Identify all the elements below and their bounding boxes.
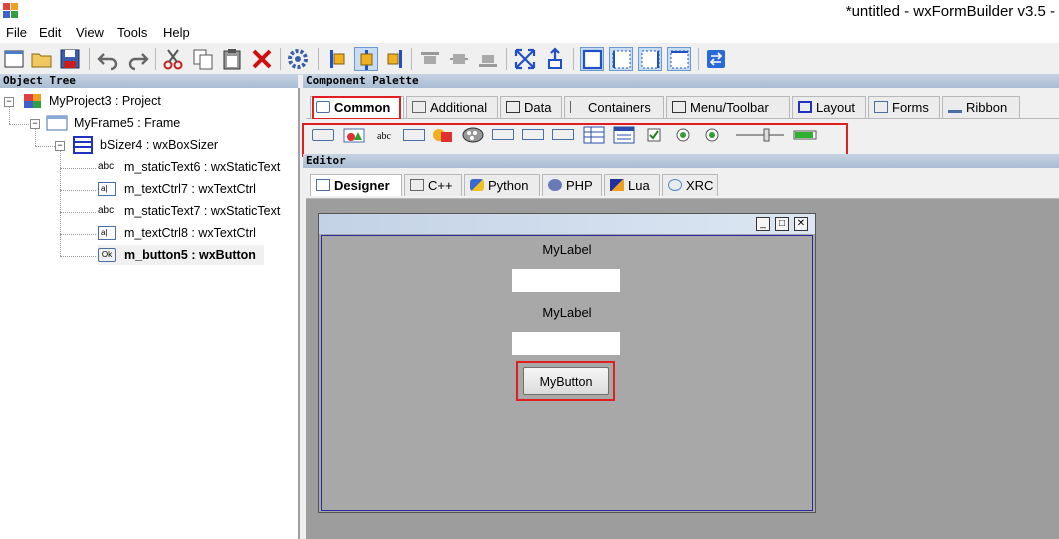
cpp-icon [410,179,424,191]
tab-php[interactable]: PHP [542,174,602,196]
palette-tabs: Common Additional Data Containers Menu/T… [306,94,1059,119]
frame-titlebar: _ □ ✕ [319,214,815,234]
tab-ribbon[interactable]: Ribbon [942,96,1020,118]
tree-label: m_textCtrl7 : wxTextCtrl [124,182,256,196]
data-icon [506,101,520,113]
menu-bar: File Edit View Tools Help [0,24,1059,43]
static-text-icon: abc [98,205,115,216]
containers-icon [570,101,585,113]
open-icon[interactable] [30,47,54,71]
tree-label: m_staticText6 : wxStaticText [124,160,281,174]
tab-xrc[interactable]: XRC [662,174,718,196]
static-text-icon: abc [98,161,115,172]
tab-python[interactable]: Python [464,174,540,196]
project-icon [22,91,44,111]
copy-icon[interactable] [191,47,215,71]
close-icon[interactable]: ✕ [794,217,808,231]
tab-forms[interactable]: Forms [868,96,940,118]
editor-header: Editor [303,154,1059,168]
tab-designer[interactable]: Designer [310,174,402,196]
align-right-icon[interactable] [382,47,406,71]
static-text-label-1[interactable]: MyLabel [322,242,812,257]
window-title: *untitled - wxFormBuilder v3.5 - [845,3,1055,20]
maximize-icon[interactable]: □ [775,217,789,231]
highlight-palette-items [302,123,848,157]
box-sizer-icon [72,136,94,154]
frame-icon [46,115,68,131]
highlight-common-tab [312,96,401,120]
object-tree-header: Object Tree [0,74,298,88]
ribbon-icon [948,101,962,113]
layout-icon [798,101,812,113]
align-middle-icon[interactable] [447,47,471,71]
menu-toolbar-icon [672,101,686,113]
designer-icon [316,179,330,191]
php-icon [548,179,562,191]
menu-file[interactable]: File [6,25,27,40]
xrc-icon [668,179,682,191]
align-bottom-icon[interactable] [476,47,500,71]
tab-lua[interactable]: Lua [604,174,660,196]
palette-header: Component Palette [303,74,1059,88]
expander-project[interactable]: − [4,97,14,107]
tree-label: m_staticText7 : wxStaticText [124,204,281,218]
app-icon [2,2,20,20]
tab-containers[interactable]: Containers [564,96,664,118]
menu-edit[interactable]: Edit [39,25,61,40]
tab-data[interactable]: Data [500,96,562,118]
title-bar: *untitled - wxFormBuilder v3.5 - [0,0,1059,24]
button-icon: Ok [98,248,116,262]
tree-label: m_button5 : wxButton [124,248,256,262]
menu-tools[interactable]: Tools [117,25,147,40]
expander-sizer[interactable]: − [55,141,65,151]
tab-cpp[interactable]: C++ [404,174,462,196]
cut-icon[interactable] [161,47,185,71]
redo-icon[interactable] [126,47,150,71]
generate-code-icon[interactable] [286,47,310,71]
tab-menu-toolbar[interactable]: Menu/Toolbar [666,96,790,118]
tab-layout[interactable]: Layout [792,96,866,118]
align-top-icon[interactable] [418,47,442,71]
highlight-button [516,361,615,401]
stretch-icon[interactable] [543,47,567,71]
align-left-icon[interactable] [326,47,350,71]
undo-icon[interactable] [96,47,120,71]
text-ctrl-2[interactable] [512,332,620,355]
save-icon[interactable] [58,47,82,71]
align-center-icon[interactable] [354,47,378,71]
tree-item-button5[interactable]: Ok m_button5 : wxButton [98,245,264,265]
tree-label: MyFrame5 : Frame [74,116,181,130]
border-all-icon[interactable] [580,47,604,71]
border-left-icon[interactable] [609,47,633,71]
editor-tabs: Designer C++ Python PHP Lua XRC [306,172,1059,199]
border-right-icon[interactable] [638,47,662,71]
toolbar [0,43,1059,75]
lua-icon [610,179,624,191]
delete-icon[interactable] [250,47,274,71]
additional-icon [412,101,426,113]
new-icon[interactable] [2,47,26,71]
menu-view[interactable]: View [76,25,104,40]
text-ctrl-1[interactable] [512,269,620,292]
object-tree: − − − MyProject3 : Project MyFrame5 : Fr… [0,88,300,539]
text-ctrl-icon: a| [98,226,116,240]
border-top-icon[interactable] [667,47,691,71]
forms-icon [874,101,888,113]
tree-label: bSizer4 : wxBoxSizer [100,138,219,152]
menu-help[interactable]: Help [163,25,190,40]
text-ctrl-icon: a| [98,182,116,196]
tree-label: m_textCtrl8 : wxTextCtrl [124,226,256,240]
python-icon [470,179,484,191]
static-text-label-2[interactable]: MyLabel [322,305,812,320]
tab-additional[interactable]: Additional [406,96,498,118]
minimize-icon[interactable]: _ [756,217,770,231]
swap-icon[interactable] [704,47,728,71]
expander-frame[interactable]: − [30,119,40,129]
tree-label: MyProject3 : Project [49,94,161,108]
expand-icon[interactable] [513,47,537,71]
paste-icon[interactable] [220,47,244,71]
